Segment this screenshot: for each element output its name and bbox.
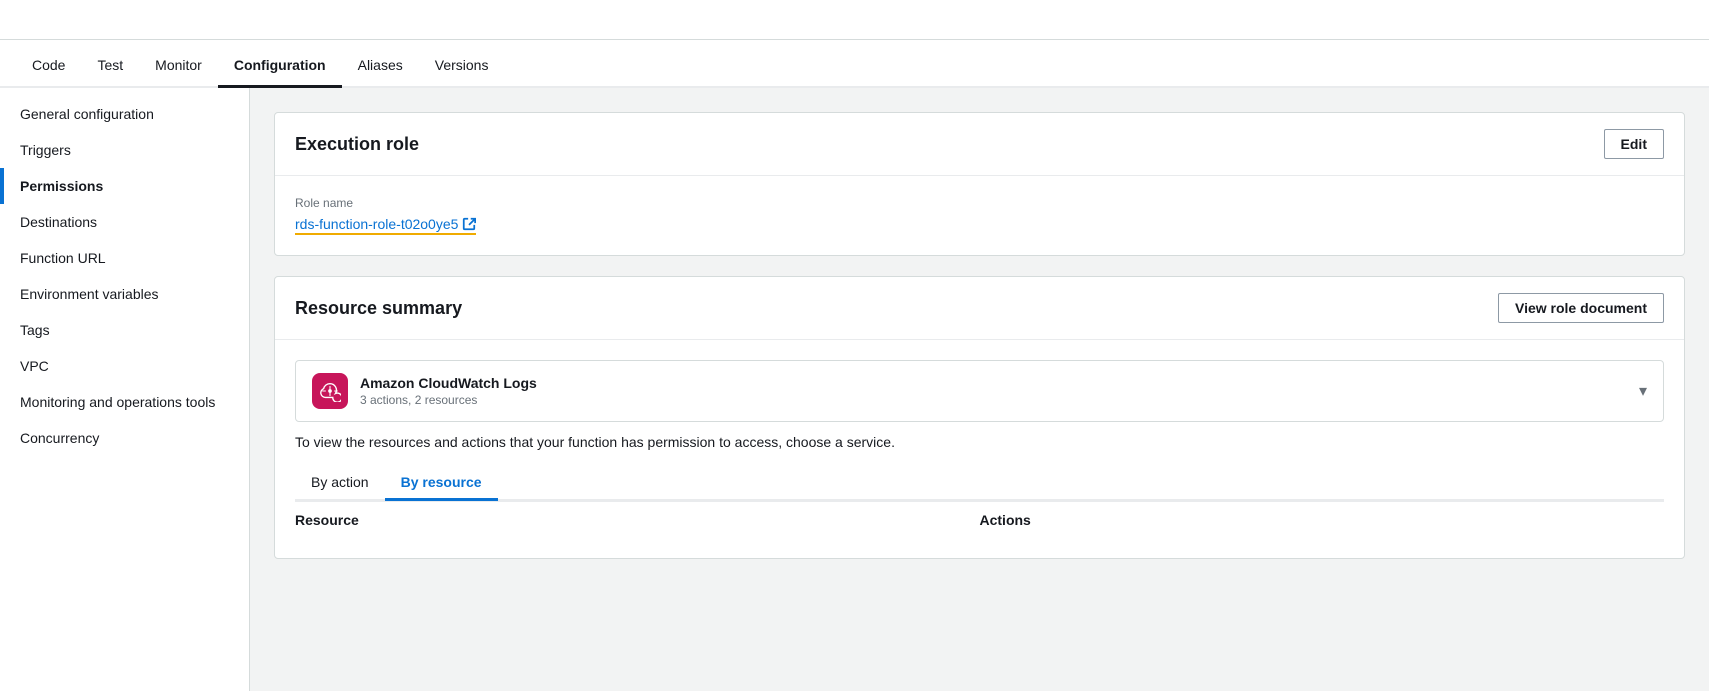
content-area: Execution role Edit Role name rds-functi…: [250, 88, 1709, 691]
tab-configuration[interactable]: Configuration: [218, 45, 342, 88]
execution-role-card: Execution role Edit Role name rds-functi…: [274, 112, 1685, 256]
role-name-value: rds-function-role-t02o0ye5: [295, 216, 458, 232]
tab-code[interactable]: Code: [16, 45, 81, 88]
chevron-down-icon: ▾: [1639, 381, 1647, 401]
sidebar-item-permissions[interactable]: Permissions: [0, 168, 249, 204]
table-header-resource: Resource: [295, 512, 980, 528]
tab-monitor[interactable]: Monitor: [139, 45, 218, 88]
sidebar-item-destinations[interactable]: Destinations: [0, 204, 249, 240]
view-info-text: To view the resources and actions that y…: [295, 434, 1664, 450]
sidebar-item-function-url[interactable]: Function URL: [0, 240, 249, 276]
table-header-actions: Actions: [980, 512, 1665, 528]
sidebar-item-tags[interactable]: Tags: [0, 312, 249, 348]
inner-tab-by-resource[interactable]: By resource: [385, 466, 498, 501]
edit-button[interactable]: Edit: [1604, 129, 1664, 159]
resource-summary-header: Resource summary View role document: [275, 277, 1684, 340]
execution-role-title: Execution role: [295, 134, 419, 155]
main-layout: General configurationTriggersPermissions…: [0, 88, 1709, 691]
resource-summary-card: Resource summary View role document: [274, 276, 1685, 559]
cloudwatch-svg: [319, 380, 341, 402]
cloudwatch-service-row[interactable]: Amazon CloudWatch Logs 3 actions, 2 reso…: [295, 360, 1664, 422]
sidebar-item-monitoring-and-operations-tools[interactable]: Monitoring and operations tools: [0, 384, 249, 420]
sidebar-item-vpc[interactable]: VPC: [0, 348, 249, 384]
external-link-icon: [462, 217, 476, 231]
sidebar-item-general-configuration[interactable]: General configuration: [0, 96, 249, 132]
view-role-document-button[interactable]: View role document: [1498, 293, 1664, 323]
sidebar-item-triggers[interactable]: Triggers: [0, 132, 249, 168]
service-left: Amazon CloudWatch Logs 3 actions, 2 reso…: [312, 373, 537, 409]
service-info: Amazon CloudWatch Logs 3 actions, 2 reso…: [360, 375, 537, 407]
inner-tab-by-action[interactable]: By action: [295, 466, 385, 501]
role-name-link[interactable]: rds-function-role-t02o0ye5: [295, 216, 476, 235]
tab-bar: CodeTestMonitorConfigurationAliasesVersi…: [0, 40, 1709, 88]
execution-role-header: Execution role Edit: [275, 113, 1684, 176]
execution-role-body: Role name rds-function-role-t02o0ye5: [275, 176, 1684, 255]
top-bar: [0, 0, 1709, 40]
sidebar-item-environment-variables[interactable]: Environment variables: [0, 276, 249, 312]
service-meta: 3 actions, 2 resources: [360, 393, 537, 407]
role-name-label: Role name: [295, 196, 1664, 210]
resource-summary-title: Resource summary: [295, 298, 462, 319]
sidebar: General configurationTriggersPermissions…: [0, 88, 250, 691]
tab-test[interactable]: Test: [81, 45, 139, 88]
resource-summary-body: Amazon CloudWatch Logs 3 actions, 2 reso…: [275, 340, 1684, 558]
tab-aliases[interactable]: Aliases: [342, 45, 419, 88]
tab-versions[interactable]: Versions: [419, 45, 505, 88]
service-name: Amazon CloudWatch Logs: [360, 375, 537, 391]
cloudwatch-icon: [312, 373, 348, 409]
sidebar-item-concurrency[interactable]: Concurrency: [0, 420, 249, 456]
inner-tab-bar: By actionBy resource: [295, 466, 1664, 501]
table-header-row: ResourceActions: [295, 501, 1664, 538]
